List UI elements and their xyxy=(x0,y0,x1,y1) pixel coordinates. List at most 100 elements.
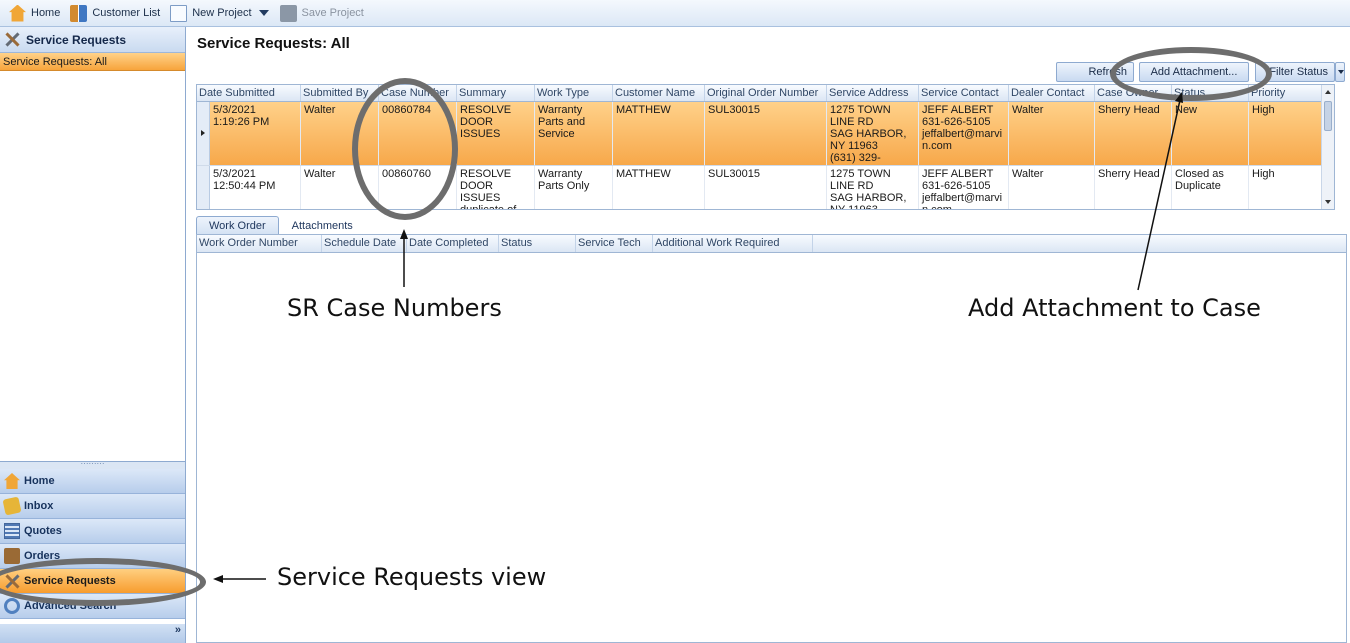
filter-status-button[interactable]: Filter Status xyxy=(1255,62,1335,82)
nav-button-quotes[interactable]: Quotes xyxy=(0,519,185,544)
table-cell: 1275 TOWN LINE RD SAG HARBOR, NY 11963 (… xyxy=(827,102,919,165)
service-requests-view-annotation: Service Requests view xyxy=(277,563,547,591)
table-cell: JEFF ALBERT 631-626-5105 jeffalbert@marv… xyxy=(919,166,1009,209)
table-cell: Walter xyxy=(301,102,379,165)
tab-attachments[interactable]: Attachments xyxy=(279,216,366,235)
nav-button-label: Advanced Search xyxy=(24,600,117,612)
column-header[interactable]: Dealer Contact xyxy=(1009,85,1095,101)
nav-splitter-handle[interactable]: ········· xyxy=(0,460,185,469)
home-icon xyxy=(9,4,26,22)
nav-button-stack: Home Inbox Quotes Orders Service Request… xyxy=(0,469,185,619)
detail-tabs: Work Order Attachments xyxy=(196,216,366,235)
column-header[interactable]: Summary xyxy=(457,85,535,101)
nav-button-orders[interactable]: Orders xyxy=(0,544,185,569)
nav-overflow-chevron[interactable]: » xyxy=(0,624,185,643)
column-header[interactable]: Case Owner xyxy=(1095,85,1172,101)
add-attachment-annotation: Add Attachment to Case xyxy=(968,294,1261,322)
save-project-button[interactable]: Save Project xyxy=(275,2,369,24)
new-project-label: New Project xyxy=(192,7,252,19)
table-cell: SUL30015 xyxy=(705,102,827,165)
nav-button-service-requests[interactable]: Service Requests xyxy=(0,569,185,594)
nav-item-service-requests-all[interactable]: Service Requests: All xyxy=(0,53,185,71)
service-requests-grid[interactable]: Date Submitted Submitted By Case Number Sum… xyxy=(196,84,1335,210)
row-indicator[interactable] xyxy=(197,166,210,209)
tools-icon xyxy=(4,31,21,48)
home-icon xyxy=(4,473,20,489)
nav-button-label: Home xyxy=(24,475,55,487)
tab-work-order[interactable]: Work Order xyxy=(196,216,279,235)
table-cell: Walter xyxy=(1009,166,1095,209)
work-order-column-header[interactable]: Additional Work Required xyxy=(653,235,813,252)
table-cell: 00860784 xyxy=(379,102,457,165)
top-toolbar: Home Customer List New Project Save Proj… xyxy=(0,0,1350,27)
customer-list-label: Customer List xyxy=(92,7,161,19)
home-label: Home xyxy=(31,7,61,19)
save-disk-icon xyxy=(279,4,297,22)
work-order-column-header[interactable]: Schedule Date xyxy=(322,235,407,252)
nav-button-home[interactable]: Home xyxy=(0,469,185,494)
nav-button-label: Service Requests xyxy=(24,575,116,587)
nav-button-inbox[interactable]: Inbox xyxy=(0,494,185,519)
column-header[interactable]: Customer Name xyxy=(613,85,705,101)
orders-icon xyxy=(4,548,20,564)
grid-vertical-scrollbar[interactable] xyxy=(1321,85,1334,209)
scroll-up-icon[interactable] xyxy=(1325,90,1331,94)
column-header[interactable]: Original Order Number xyxy=(705,85,827,101)
table-cell: MATTHEW xyxy=(613,166,705,209)
column-header[interactable]: Status xyxy=(1172,85,1249,101)
table-cell: Warranty Parts and Service xyxy=(535,102,613,165)
scroll-down-icon[interactable] xyxy=(1325,200,1331,204)
nav-button-label: Orders xyxy=(24,550,61,562)
new-page-icon xyxy=(170,4,188,22)
add-attachment-button[interactable]: Add Attachment... xyxy=(1139,62,1249,82)
table-cell: RESOLVE DOOR ISSUES duplicate of xyxy=(457,166,535,209)
save-project-label: Save Project xyxy=(301,7,364,19)
table-row[interactable]: 5/3/2021 1:19:26 PM Walter 00860784 RESOLVE… xyxy=(197,102,1334,166)
column-header[interactable]: Service Contact xyxy=(919,85,1009,101)
table-cell: 00860760 xyxy=(379,166,457,209)
quotes-icon xyxy=(4,523,20,539)
book-icon xyxy=(70,4,88,22)
table-cell: Closed as Duplicate xyxy=(1172,166,1249,209)
row-indicator[interactable] xyxy=(197,102,210,165)
column-header[interactable]: Service Address xyxy=(827,85,919,101)
grid-header-row: Date Submitted Submitted By Case Number Sum… xyxy=(197,85,1334,102)
work-order-column-header[interactable]: Status xyxy=(499,235,576,252)
table-cell: RESOLVE DOOR ISSUES xyxy=(457,102,535,165)
table-cell: Sherry Head xyxy=(1095,166,1172,209)
work-order-column-header[interactable]: Date Completed xyxy=(407,235,499,252)
table-row[interactable]: 5/3/2021 12:50:44 PM Walter 00860760 RESOLV… xyxy=(197,166,1334,209)
filter-status-dropdown-icon[interactable] xyxy=(1335,62,1345,82)
tools-icon xyxy=(4,573,20,589)
table-cell: New xyxy=(1172,102,1249,165)
case-numbers-annotation: SR Case Numbers xyxy=(287,294,502,322)
column-header[interactable]: Work Type xyxy=(535,85,613,101)
work-order-column-header[interactable]: Service Tech xyxy=(576,235,653,252)
new-project-button[interactable]: New Project xyxy=(165,2,256,24)
left-navigation-pane: Service Requests Service Requests: All ·… xyxy=(0,27,186,643)
table-cell: SUL30015 xyxy=(705,166,827,209)
table-cell: 5/3/2021 12:50:44 PM xyxy=(210,166,301,209)
table-cell: Sherry Head xyxy=(1095,102,1172,165)
column-header[interactable]: Submitted By xyxy=(301,85,379,101)
nav-header-title: Service Requests xyxy=(26,32,127,47)
table-cell: 5/3/2021 1:19:26 PM xyxy=(210,102,301,165)
main-content: Service Requests: All Refresh Add Attach… xyxy=(187,27,1350,643)
new-project-dropdown-icon[interactable] xyxy=(258,10,269,16)
column-header[interactable]: Date Submitted xyxy=(197,85,301,101)
work-order-column-header[interactable]: Work Order Number xyxy=(197,235,322,252)
home-toolbar-button[interactable]: Home xyxy=(4,2,65,24)
scroll-thumb[interactable] xyxy=(1324,101,1332,131)
nav-button-advanced-search[interactable]: Advanced Search xyxy=(0,594,185,619)
search-icon xyxy=(4,598,20,614)
table-cell: MATTHEW xyxy=(613,102,705,165)
inbox-icon xyxy=(2,496,22,516)
customer-list-button[interactable]: Customer List xyxy=(65,2,165,24)
table-cell: Walter xyxy=(1009,102,1095,165)
work-order-header-row: Work Order Number Schedule Date Date Compl… xyxy=(197,235,1346,253)
column-header[interactable]: Case Number xyxy=(379,85,457,101)
page-title: Service Requests: All xyxy=(197,35,350,52)
refresh-button[interactable]: Refresh xyxy=(1056,62,1134,82)
nav-button-label: Quotes xyxy=(24,525,62,537)
table-cell: 1275 TOWN LINE RD SAG HARBOR, NY 11963 xyxy=(827,166,919,209)
